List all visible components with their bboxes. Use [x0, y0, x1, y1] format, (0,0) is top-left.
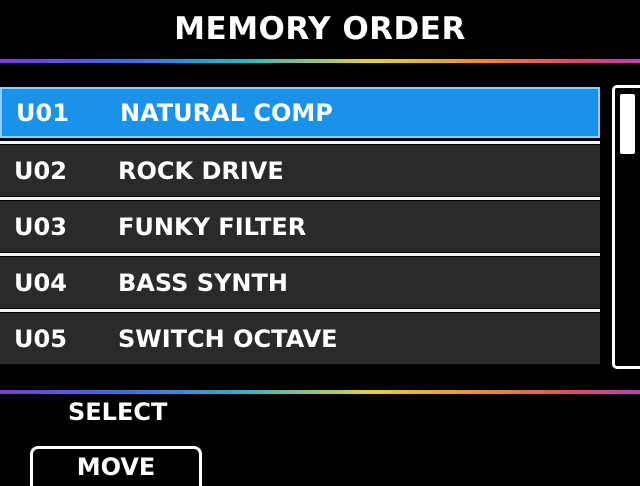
memory-number: U01: [16, 98, 69, 127]
list-item[interactable]: U02 ROCK DRIVE: [0, 145, 600, 196]
row-divider: [0, 253, 600, 256]
scrollbar-thumb[interactable]: [620, 94, 635, 154]
footer-divider: [0, 390, 640, 394]
memory-number: U02: [14, 156, 67, 185]
memory-name: ROCK DRIVE: [118, 156, 284, 185]
memory-name: BASS SYNTH: [118, 268, 288, 297]
memory-name: SWITCH OCTAVE: [118, 324, 338, 353]
move-button[interactable]: MOVE: [30, 446, 202, 486]
memory-number: U05: [14, 324, 67, 353]
list-item[interactable]: U01 NATURAL COMP: [0, 87, 600, 138]
header-divider: [0, 59, 640, 63]
list-item[interactable]: U04 BASS SYNTH: [0, 257, 600, 308]
memory-name: NATURAL COMP: [120, 98, 333, 127]
scrollbar[interactable]: [612, 85, 640, 369]
select-label: SELECT: [68, 398, 168, 426]
page-title: MEMORY ORDER: [174, 11, 466, 47]
memory-number: U04: [14, 268, 67, 297]
row-divider: [0, 141, 600, 144]
memory-name: FUNKY FILTER: [118, 212, 307, 241]
row-divider: [0, 309, 600, 312]
row-divider: [0, 197, 600, 200]
list-item[interactable]: U05 SWITCH OCTAVE: [0, 313, 600, 364]
memory-number: U03: [14, 212, 67, 241]
list-item[interactable]: U03 FUNKY FILTER: [0, 201, 600, 252]
